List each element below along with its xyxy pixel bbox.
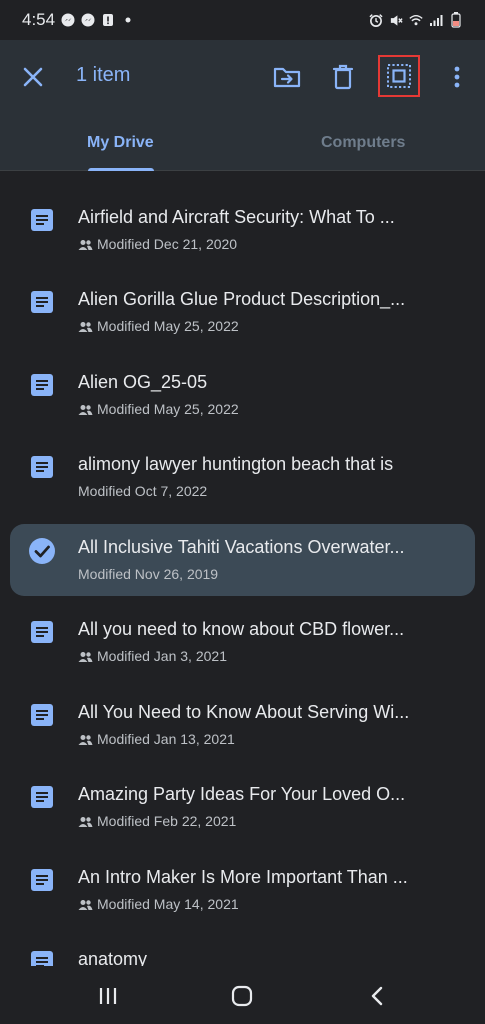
recent-apps-icon[interactable] — [96, 984, 120, 1008]
move-to-folder-icon[interactable] — [272, 62, 302, 92]
delete-icon[interactable] — [328, 62, 358, 92]
shared-people-icon — [78, 650, 93, 662]
google-docs-icon[interactable] — [31, 786, 53, 808]
file-name: An Intro Maker Is More Important Than ..… — [78, 866, 408, 887]
modified-date: Modified Jan 3, 2021 — [97, 648, 227, 664]
file-row[interactable]: Alien Gorilla Glue Product Description_.… — [0, 276, 485, 358]
file-modified-meta: Modified Nov 26, 2019 — [78, 566, 218, 582]
file-name: All You Need to Know About Serving Wi... — [78, 701, 410, 722]
file-name: Alien Gorilla Glue Product Description_.… — [78, 289, 406, 309]
selection-app-bar: 1 item — [0, 40, 485, 114]
checkmark-icon[interactable] — [29, 537, 55, 564]
file-row[interactable]: All Inclusive Tahiti Vacations Overwater… — [0, 523, 485, 606]
google-docs-icon[interactable] — [31, 703, 53, 726]
navigation-bar — [0, 966, 485, 1024]
select-all-icon[interactable] — [378, 55, 420, 97]
tab-my-drive[interactable]: My Drive — [87, 134, 154, 152]
shared-people-icon — [78, 815, 93, 827]
file-modified-meta: Modified May 25, 2022 — [78, 401, 239, 417]
google-docs-icon[interactable] — [31, 208, 53, 231]
file-modified-meta: Modified Oct 7, 2022 — [78, 483, 207, 499]
messenger-icon — [81, 13, 95, 27]
modified-date: Modified Dec 21, 2020 — [97, 235, 238, 252]
modified-date: Modified Feb 22, 2021 — [97, 813, 237, 829]
close-icon[interactable] — [20, 64, 46, 90]
modified-date: Modified May 14, 2021 — [97, 895, 239, 912]
more-vert-icon[interactable] — [442, 62, 472, 92]
back-icon[interactable] — [366, 984, 390, 1008]
modified-date: Modified Jan 13, 2021 — [97, 730, 235, 747]
file-row[interactable]: All you need to know about CBD flower...… — [0, 606, 485, 688]
file-modified-meta: Modified May 25, 2022 — [78, 318, 239, 334]
file-name: Airfield and Aircraft Security: What To … — [78, 206, 395, 227]
google-docs-icon[interactable] — [31, 868, 53, 891]
file-modified-meta: Modified May 14, 2021 — [78, 896, 239, 912]
file-row[interactable]: All You Need to Know About Serving Wi...… — [0, 689, 485, 771]
status-time: 4:54 — [22, 10, 56, 29]
messenger-icon — [61, 13, 75, 27]
dot-icon — [121, 13, 135, 27]
file-row[interactable]: Modified Oct 14, 2022 — [0, 171, 485, 193]
file-modified-meta: Modified Jan 13, 2021 — [78, 731, 235, 747]
wifi-icon — [409, 13, 423, 27]
file-list: Modified Oct 14, 2022 Airfield and Aircra… — [0, 171, 485, 966]
signal-icon — [429, 13, 443, 27]
drive-tabs: My Drive Computers — [0, 114, 485, 171]
file-name: anatomy — [78, 949, 148, 966]
shared-people-icon — [78, 898, 93, 910]
shared-people-icon — [78, 733, 93, 745]
file-modified-meta: Modified Feb 22, 2021 — [78, 813, 236, 829]
google-docs-icon[interactable] — [31, 291, 53, 313]
mute-icon — [389, 13, 403, 27]
sim-alert-icon — [101, 13, 115, 27]
file-name: All Inclusive Tahiti Vacations Overwater… — [78, 536, 405, 557]
status-bar: 4:54 — [0, 0, 485, 40]
file-row[interactable]: An Intro Maker Is More Important Than ..… — [0, 854, 485, 936]
file-modified-meta: Modified Dec 21, 2020 — [78, 236, 237, 252]
selection-count: 1 item — [76, 64, 131, 86]
google-docs-icon[interactable] — [31, 456, 53, 478]
tab-computers[interactable]: Computers — [321, 134, 405, 152]
modified-date: Modified Oct 7, 2022 — [78, 483, 208, 499]
home-icon[interactable] — [230, 984, 254, 1008]
file-row[interactable]: alimony lawyer huntington beach that is M… — [0, 441, 485, 523]
file-name: alimony lawyer huntington beach that is — [78, 454, 394, 474]
google-docs-icon[interactable] — [31, 951, 53, 966]
file-row[interactable]: anatomyModified Nov 11, 2021 — [0, 936, 485, 966]
modified-date: Modified Nov 26, 2019 — [78, 565, 219, 582]
shared-people-icon — [78, 403, 93, 415]
battery-icon — [449, 12, 463, 28]
file-row[interactable]: Alien OG_25-05 Modified May 25, 2022 — [0, 359, 485, 441]
google-docs-icon[interactable] — [31, 621, 53, 643]
alarm-icon — [369, 13, 383, 27]
modified-date: Modified May 25, 2022 — [97, 318, 239, 334]
file-row[interactable]: Airfield and Aircraft Security: What To … — [0, 194, 485, 276]
file-modified-meta: Modified Jan 3, 2021 — [78, 648, 227, 664]
selected-row-highlight — [10, 523, 475, 596]
shared-people-icon — [78, 238, 93, 250]
file-name: All you need to know about CBD flower... — [78, 619, 405, 639]
shared-people-icon — [78, 320, 93, 332]
file-name: Alien OG_25-05 — [78, 371, 208, 392]
file-row[interactable]: Amazing Party Ideas For Your Loved O... M… — [0, 771, 485, 853]
google-docs-icon[interactable] — [31, 373, 53, 396]
modified-date: Modified May 25, 2022 — [97, 400, 239, 417]
file-name: Amazing Party Ideas For Your Loved O... — [78, 784, 406, 804]
